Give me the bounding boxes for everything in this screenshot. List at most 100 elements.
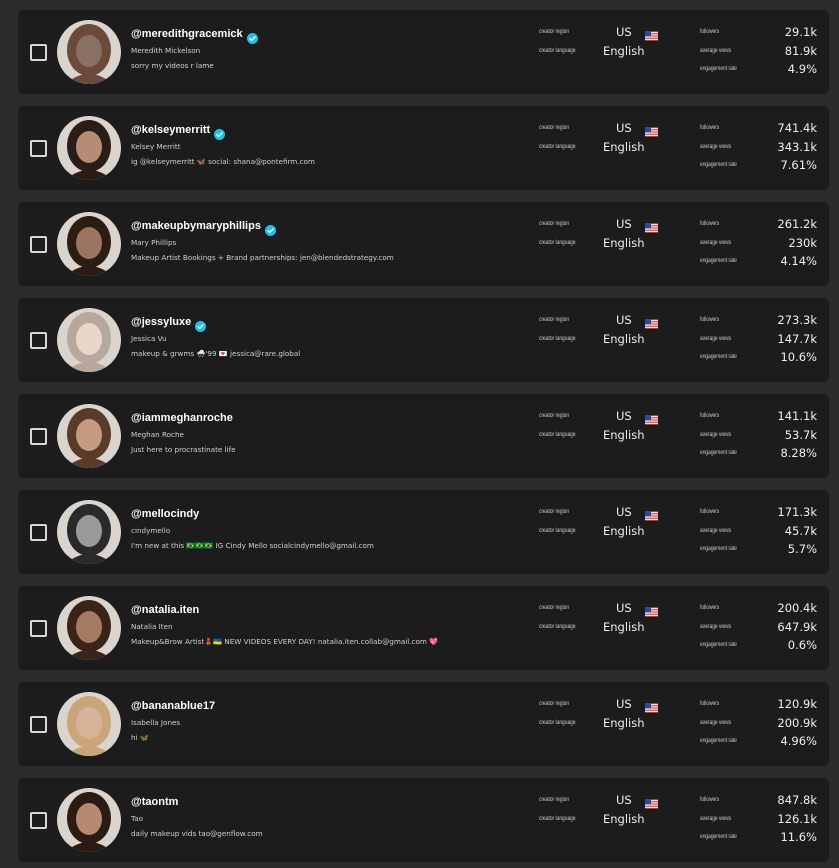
creator-language-value: English: [603, 812, 645, 826]
creator-region-label: creator region: [539, 124, 570, 131]
average-views-label: average views: [700, 47, 732, 54]
creator-language-value: English: [603, 332, 645, 346]
engagement-rate-label: engagement rate: [700, 545, 737, 552]
select-checkbox[interactable]: [30, 620, 47, 637]
avatar[interactable]: [57, 500, 121, 564]
handle-row: @jessyluxe: [131, 316, 207, 332]
creator-region-value: US: [616, 121, 632, 135]
creator-language-label: creator language: [539, 47, 576, 54]
followers-value: 261.2k: [777, 217, 817, 231]
creator-name: Kelsey Merritt: [131, 142, 181, 151]
engagement-rate-label: engagement rate: [700, 833, 737, 840]
creator-region-label: creator region: [539, 508, 570, 515]
creator-card[interactable]: @kelseymerritt Kelsey Merritt ig @kelseyme…: [18, 106, 829, 190]
avatar[interactable]: [57, 212, 121, 276]
creator-language-label: creator language: [539, 623, 576, 630]
creator-handle[interactable]: @natalia.iten: [131, 604, 199, 616]
creator-handle[interactable]: @iammeghanroche: [131, 412, 233, 424]
handle-row: @kelseymerritt: [131, 124, 226, 140]
handle-row: @meredithgracemick: [131, 28, 258, 44]
avatar[interactable]: [57, 788, 121, 852]
creator-region-label: creator region: [539, 412, 570, 419]
engagement-rate-value: 10.6%: [780, 350, 817, 364]
creator-region-label: creator region: [539, 220, 570, 227]
avatar[interactable]: [57, 20, 121, 84]
select-checkbox[interactable]: [30, 140, 47, 157]
creator-language-label: creator language: [539, 335, 576, 342]
creator-card[interactable]: @iammeghanroche Meghan Roche Just here to …: [18, 394, 829, 478]
select-checkbox[interactable]: [30, 332, 47, 349]
creator-name: Tao: [131, 814, 144, 823]
avatar[interactable]: [57, 116, 121, 180]
select-checkbox[interactable]: [30, 524, 47, 541]
average-views-label: average views: [700, 239, 732, 246]
creator-bio: I'm new at this 🇧🇷🇧🇷🇧🇷 IG Cindy Mello so…: [131, 541, 374, 550]
engagement-rate-value: 4.14%: [780, 254, 817, 268]
creator-handle[interactable]: @bananablue17: [131, 700, 215, 712]
creator-name: cindymello: [131, 526, 171, 535]
followers-label: followers: [700, 700, 720, 707]
select-checkbox[interactable]: [30, 236, 47, 253]
creator-region-label: creator region: [539, 796, 570, 803]
creator-handle[interactable]: @jessyluxe: [131, 316, 191, 328]
followers-value: 29.1k: [784, 25, 817, 39]
followers-label: followers: [700, 220, 720, 227]
creator-region-value: US: [616, 409, 632, 423]
avatar[interactable]: [57, 308, 121, 372]
select-checkbox[interactable]: [30, 44, 47, 61]
creator-handle[interactable]: @meredithgracemick: [131, 28, 243, 40]
average-views-label: average views: [700, 719, 732, 726]
engagement-rate-value: 0.6%: [787, 638, 817, 652]
creator-region-value: US: [616, 601, 632, 615]
us-flag-icon: [645, 602, 658, 617]
creator-card[interactable]: @makeupbymaryphillips Mary Phillips Makeup…: [18, 202, 829, 286]
engagement-rate-label: engagement rate: [700, 161, 737, 168]
creator-name: Meredith Mickelson: [131, 46, 201, 55]
verified-badge-icon: [195, 317, 207, 332]
average-views-value: 147.7k: [777, 332, 817, 346]
followers-label: followers: [700, 316, 720, 323]
handle-row: @makeupbymaryphillips: [131, 220, 276, 236]
select-checkbox[interactable]: [30, 812, 47, 829]
engagement-rate-label: engagement rate: [700, 353, 737, 360]
avatar[interactable]: [57, 404, 121, 468]
creator-region-value: US: [616, 697, 632, 711]
creator-handle[interactable]: @mellocindy: [131, 508, 199, 520]
average-views-label: average views: [700, 815, 732, 822]
verified-badge-icon: [264, 221, 276, 236]
creator-name: Natalia Iten: [131, 622, 173, 631]
average-views-value: 343.1k: [777, 140, 817, 154]
creator-card[interactable]: @natalia.iten Natalia Iten Makeup&Brow Art…: [18, 586, 829, 670]
followers-value: 171.3k: [777, 505, 817, 519]
select-checkbox[interactable]: [30, 716, 47, 733]
creator-handle[interactable]: @makeupbymaryphillips: [131, 220, 261, 232]
creator-region-label: creator region: [539, 28, 570, 35]
creator-language-label: creator language: [539, 143, 576, 150]
select-checkbox[interactable]: [30, 428, 47, 445]
creator-card[interactable]: @jessyluxe Jessica Vu makeup & grwms 🌨️'99…: [18, 298, 829, 382]
creator-card[interactable]: @meredithgracemick Meredith Mickelson sorr…: [18, 10, 829, 94]
creator-language-label: creator language: [539, 527, 576, 534]
creator-card[interactable]: @taontm Tao daily makeup vids tao@genflow.…: [18, 778, 829, 862]
engagement-rate-value: 7.61%: [780, 158, 817, 172]
creator-name: Isabella Jones: [131, 718, 181, 727]
followers-value: 273.3k: [777, 313, 817, 327]
followers-value: 120.9k: [777, 697, 817, 711]
avatar[interactable]: [57, 596, 121, 660]
creator-region-label: creator region: [539, 316, 570, 323]
creator-handle[interactable]: @taontm: [131, 796, 178, 808]
creator-bio: ig @kelseymerritt 🦋 social: shana@pontef…: [131, 157, 315, 166]
creator-handle[interactable]: @kelseymerritt: [131, 124, 210, 136]
creator-card[interactable]: @mellocindy cindymello I'm new at this 🇧🇷🇧…: [18, 490, 829, 574]
handle-row: @bananablue17: [131, 700, 215, 712]
followers-value: 141.1k: [777, 409, 817, 423]
avatar[interactable]: [57, 692, 121, 756]
handle-row: @mellocindy: [131, 508, 199, 520]
verified-badge-icon: [246, 29, 258, 44]
creator-language-value: English: [603, 716, 645, 730]
creator-card[interactable]: @bananablue17 Isabella Jones hi 🦋 creator r…: [18, 682, 829, 766]
us-flag-icon: [645, 506, 658, 521]
handle-row: @iammeghanroche: [131, 412, 233, 424]
creator-language-value: English: [603, 524, 645, 538]
average-views-value: 200.9k: [777, 716, 817, 730]
